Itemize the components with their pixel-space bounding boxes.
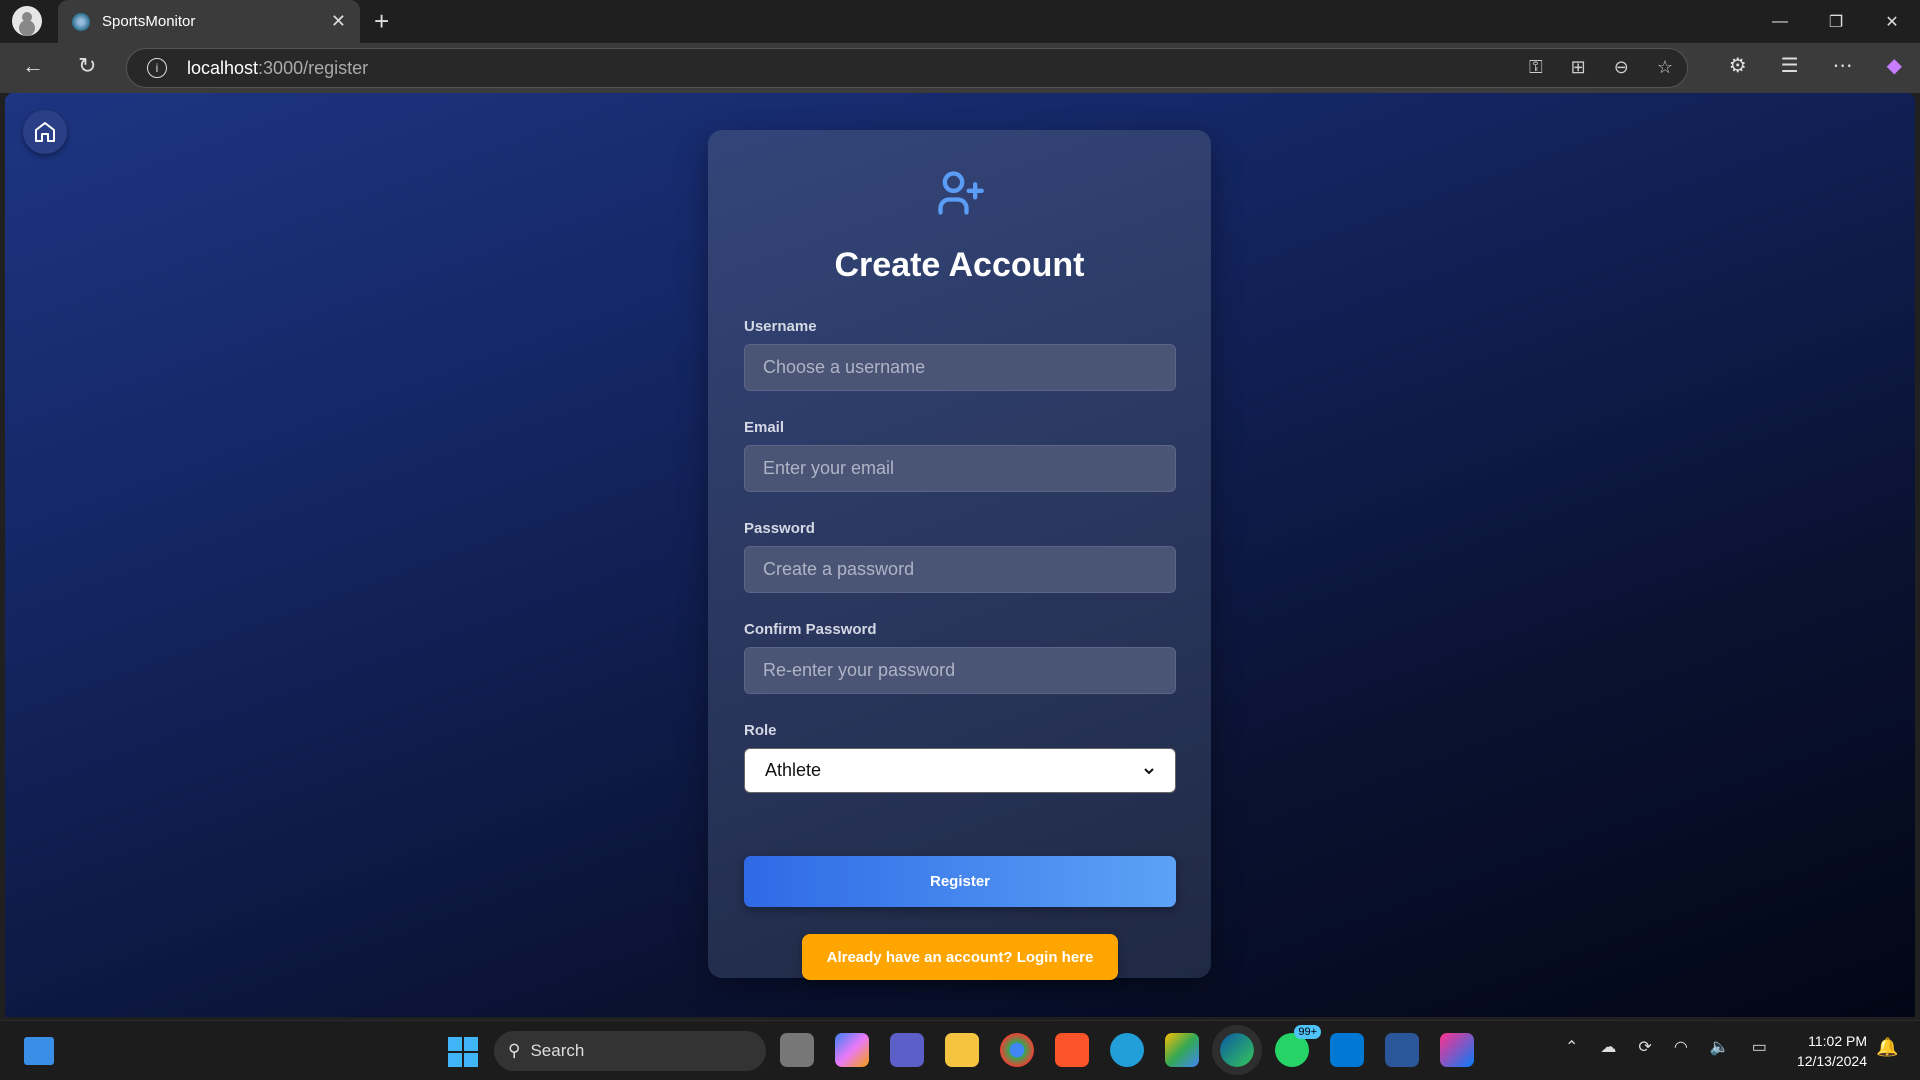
start-button[interactable]	[448, 1037, 478, 1067]
notification-bell-icon[interactable]: 🔔	[1876, 1037, 1898, 1058]
password-field-group: Password	[744, 520, 1176, 593]
new-tab-icon[interactable]: +	[374, 6, 389, 37]
password-input[interactable]	[744, 546, 1176, 593]
teams-icon[interactable]	[890, 1033, 924, 1067]
widgets-icon[interactable]	[24, 1037, 54, 1065]
register-button[interactable]: Register	[744, 856, 1176, 907]
confirm-password-field-group: Confirm Password	[744, 621, 1176, 694]
close-tab-icon[interactable]: ✕	[331, 11, 346, 32]
role-select[interactable]: Athlete	[744, 748, 1176, 793]
email-input[interactable]	[744, 445, 1176, 492]
role-label: Role	[744, 722, 777, 739]
url-host: localhost	[187, 57, 259, 78]
address-bar[interactable]: i localhost:3000/register ⚿ ⊞ ⊖ ☆	[126, 48, 1688, 88]
chevron-down-icon	[1144, 767, 1154, 774]
email-label: Email	[744, 419, 785, 436]
tab-title: SportsMonitor	[102, 13, 196, 30]
telegram-icon[interactable]	[1110, 1033, 1144, 1067]
brave-icon[interactable]	[1055, 1033, 1089, 1067]
zoom-out-icon[interactable]: ⊖	[1614, 57, 1629, 78]
onedrive-icon[interactable]: ☁	[1600, 1037, 1616, 1057]
confirm-password-label: Confirm Password	[744, 621, 877, 638]
tab-sportsmonitor[interactable]: SportsMonitor ✕	[58, 0, 360, 43]
register-card: Create Account Username Email Password C…	[708, 130, 1211, 980]
vscode-icon[interactable]	[1330, 1033, 1364, 1067]
close-window-icon[interactable]: ✕	[1864, 0, 1920, 43]
home-icon	[35, 122, 55, 142]
login-link-button[interactable]: Already have an account? Login here	[802, 934, 1118, 980]
password-label: Password	[744, 520, 815, 537]
favorite-star-icon[interactable]: ☆	[1657, 57, 1673, 78]
page-title: Create Account	[834, 246, 1085, 284]
favorites-icon[interactable]: ☰	[1781, 53, 1799, 78]
url-path: :3000/register	[258, 57, 369, 78]
page: Create Account Username Email Password C…	[5, 93, 1915, 1017]
whatsapp-icon[interactable]: 99+	[1275, 1025, 1321, 1067]
time: 11:02 PM	[1808, 1033, 1867, 1049]
confirm-password-input[interactable]	[744, 647, 1176, 694]
tab-bar: SportsMonitor ✕ + — ❐ ✕	[0, 0, 1920, 43]
battery-icon[interactable]: ▭	[1752, 1037, 1767, 1057]
back-icon[interactable]: ←	[22, 53, 44, 79]
taskbar-search[interactable]: ⚲ Search	[494, 1031, 766, 1071]
key-icon[interactable]: ⚿	[1529, 57, 1543, 78]
role-selected-value: Athlete	[765, 760, 822, 780]
site-info-icon[interactable]: i	[147, 58, 167, 78]
notification-badge: 99+	[1294, 1025, 1321, 1039]
wifi-icon[interactable]: ◠	[1674, 1037, 1688, 1057]
favicon-icon	[72, 12, 90, 31]
edge-icon[interactable]	[1212, 1025, 1262, 1075]
user-plus-icon	[938, 171, 984, 215]
username-input[interactable]	[744, 344, 1176, 391]
sync-icon[interactable]: ⟳	[1638, 1037, 1651, 1057]
username-label: Username	[744, 318, 817, 335]
meet-icon[interactable]	[1165, 1033, 1199, 1067]
more-icon[interactable]: ⋯	[1833, 53, 1853, 78]
reload-icon[interactable]: ↻	[78, 53, 96, 79]
chevron-up-icon[interactable]: ⌃	[1565, 1037, 1578, 1057]
minimize-icon[interactable]: —	[1752, 0, 1808, 43]
username-field-group: Username	[744, 318, 1176, 391]
copilot-icon[interactable]: ◆	[1887, 53, 1902, 78]
date: 12/13/2024	[1796, 1053, 1867, 1069]
role-field-group: Role Athlete	[744, 722, 1176, 793]
profile-icon[interactable]	[12, 6, 42, 36]
intellij-icon[interactable]	[1440, 1033, 1474, 1067]
copilot-app-icon[interactable]	[835, 1033, 869, 1067]
search-icon: ⚲	[508, 1041, 521, 1060]
clock[interactable]: 11:02 PM 12/13/2024	[1785, 1031, 1867, 1071]
file-explorer-icon[interactable]	[945, 1033, 979, 1067]
browser-toolbar: ← ↻ i localhost:3000/register ⚿ ⊞ ⊖ ☆ ⚙ …	[0, 43, 1920, 93]
extensions-icon[interactable]: ⚙	[1729, 53, 1747, 78]
word-icon[interactable]	[1385, 1033, 1419, 1067]
restore-icon[interactable]: ❐	[1808, 0, 1864, 43]
chrome-icon[interactable]	[1000, 1033, 1034, 1067]
search-label: Search	[530, 1041, 585, 1060]
email-field-group: Email	[744, 419, 1176, 492]
volume-icon[interactable]: 🔈	[1710, 1037, 1730, 1057]
taskbar: ⚲ Search 99+ ⌃ ☁ ⟳ ◠ 🔈 ▭ 11:02 PM 12/13/…	[0, 1020, 1920, 1080]
app-grid-icon[interactable]: ⊞	[1571, 57, 1586, 78]
home-button[interactable]	[23, 110, 67, 154]
task-view-icon[interactable]	[780, 1033, 814, 1067]
